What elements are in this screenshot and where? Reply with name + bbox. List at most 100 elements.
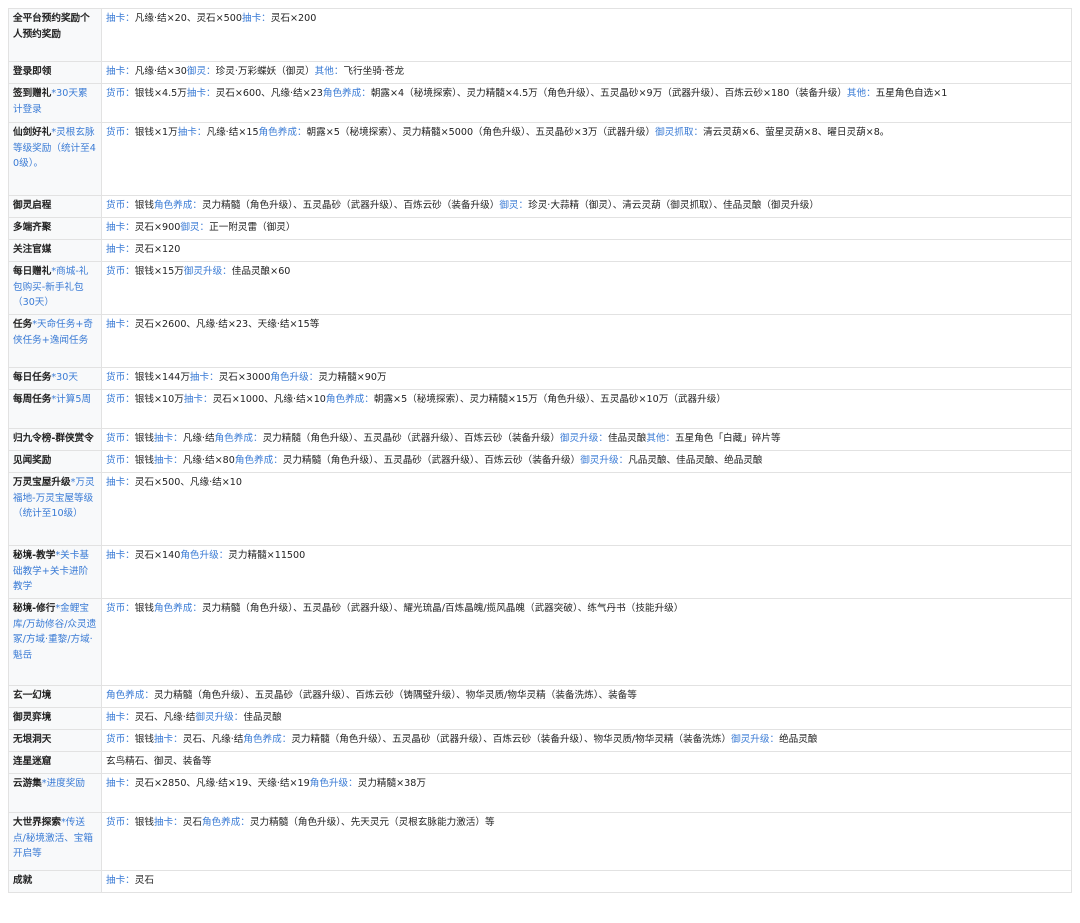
reward-items-text: 灵石×2850、凡缘·结×19、天缘·结×19 [134, 778, 310, 789]
reward-items-text: 灵力精髓×90万 [318, 372, 387, 383]
reward-category-label: 角色养成： [243, 734, 292, 745]
source-cell: 多端齐聚 [8, 217, 102, 240]
source-cell: 全平台预约奖励个人预约奖励 [8, 8, 102, 62]
reward-items-text: 珍灵·万彩蝶妖（御灵） [215, 66, 315, 77]
reward-category-label: 角色养成： [214, 433, 263, 444]
reward-items-text: 灵石×900 [134, 222, 181, 233]
reward-items-text: 银钱 [134, 734, 154, 745]
reward-items-text: 银钱 [134, 433, 154, 444]
reward-category-label: 御灵升级： [580, 455, 629, 466]
reward-cell: 抽卡：灵石×2600、凡缘·结×23、天缘·结×15等 [101, 314, 1072, 368]
reward-items-text: 灵力精髓（角色升级）、五灵晶砂（武器升级）、百炼云砂（装备升级）、物华灵质/物华… [291, 734, 732, 745]
reward-cell: 抽卡：凡缘·结×20、灵石×500抽卡：灵石×200 [101, 8, 1072, 62]
reward-category-label: 抽卡： [106, 477, 135, 488]
reward-category-label: 抽卡： [106, 244, 135, 255]
reward-items-text: 凡缘·结×15 [206, 127, 259, 138]
reward-category-label: 抽卡： [106, 550, 135, 561]
table-row: 御灵启程 货币：银钱角色养成：灵力精髓（角色升级）、五灵晶砂（武器升级）、百炼云砂… [8, 195, 1072, 218]
table-row: 大世界探索*传送点/秘境激活、宝箱开启等 货币：银钱抽卡：灵石角色养成：灵力精髓（… [8, 812, 1072, 871]
reward-category-label: 抽卡： [106, 222, 135, 233]
source-cell: 万灵宝屋升级*万灵福地-万灵宝屋等级（统计至10级） [8, 472, 102, 546]
reward-cell: 抽卡：灵石×500、凡缘·结×10 [101, 472, 1072, 546]
reward-cell: 货币：银钱抽卡：灵石角色养成：灵力精髓（角色升级）、先天灵元（灵根玄脉能力激活）… [101, 812, 1072, 871]
source-cell: 御灵启程 [8, 195, 102, 218]
source-name: 云游集 [13, 778, 42, 789]
table-row: 签到赠礼*30天累计登录 货币：银钱×4.5万抽卡：灵石×600、凡缘·结×23角… [8, 83, 1072, 123]
reward-items-text: 清云灵葫×6、萤星灵葫×8、曜日灵葫×8。 [703, 127, 890, 138]
reward-category-label: 货币： [106, 88, 135, 99]
reward-category-label: 御灵： [186, 66, 216, 77]
table-row: 每周任务*计算5周 货币：银钱×10万抽卡：灵石×1000、凡缘·结×10角色养成… [8, 389, 1072, 429]
reward-category-label: 货币： [106, 200, 135, 211]
source-name: 御灵弈境 [13, 712, 52, 723]
reward-items-text: 五星角色自选×1 [875, 88, 948, 99]
source-name: 多端齐聚 [13, 222, 52, 233]
source-cell: 任务*天命任务+奇侠任务+逸闻任务 [8, 314, 102, 368]
reward-category-label: 角色养成： [325, 394, 374, 405]
reward-category-label: 御灵抓取： [655, 127, 704, 138]
source-cell: 每周任务*计算5周 [8, 389, 102, 429]
source-cell: 登录即领 [8, 61, 102, 84]
reward-category-label: 御灵： [499, 200, 529, 211]
reward-items-text: 灵力精髓（角色升级）、五灵晶砂（武器升级）、百炼云砂（装备升级） [262, 433, 560, 444]
table-row: 任务*天命任务+奇侠任务+逸闻任务 抽卡：灵石×2600、凡缘·结×23、天缘·结… [8, 314, 1072, 368]
reward-items-text: 朝露×5（秘境探索）、灵力精髓×5000（角色升级）、五灵晶砂×3万（武器升级） [306, 127, 656, 138]
reward-category-label: 货币： [106, 433, 135, 444]
reward-cell: 抽卡：灵石 [101, 870, 1072, 893]
table-row: 登录即领 抽卡：凡缘·结×30御灵：珍灵·万彩蝶妖（御灵）其他：飞行坐骑·苍龙 [8, 61, 1072, 84]
reward-cell: 抽卡：灵石×120 [101, 239, 1072, 262]
reward-category-label: 抽卡： [106, 778, 135, 789]
source-name: 见闻奖励 [13, 455, 52, 466]
reward-items-text: 灵石×600、凡缘·结×23 [215, 88, 323, 99]
reward-items-text: 佳品灵酿 [243, 712, 282, 723]
reward-category-label: 抽卡： [189, 372, 219, 383]
reward-category-label: 抽卡： [106, 66, 135, 77]
reward-category-label: 其他： [314, 66, 344, 77]
source-name: 御灵启程 [13, 200, 52, 211]
reward-category-label: 抽卡： [186, 88, 216, 99]
source-name: 成就 [13, 875, 33, 886]
reward-category-label: 御灵： [180, 222, 210, 233]
reward-cell: 货币：银钱×10万抽卡：灵石×1000、凡缘·结×10角色养成：朝露×5（秘境探… [101, 389, 1072, 429]
reward-category-label: 抽卡： [153, 817, 183, 828]
table-row: 秘境-教学*关卡基础教学+关卡进阶教学 抽卡：灵石×140角色升级：灵力精髓×11… [8, 545, 1072, 599]
source-cell: 秘境-教学*关卡基础教学+关卡进阶教学 [8, 545, 102, 599]
reward-items-text: 灵石 [134, 875, 154, 886]
source-cell: 每日任务*30天 [8, 367, 102, 390]
reward-category-label: 角色升级： [180, 550, 229, 561]
source-name: 玄一幻境 [13, 690, 52, 701]
reward-items-text: 灵力精髓（角色升级）、五灵晶砂（武器升级）、耀光琉晶/百炼晶魄/揽风晶魄（武器突… [201, 603, 684, 614]
reward-category-label: 角色养成： [258, 127, 307, 138]
reward-category-label: 角色养成： [106, 690, 154, 701]
table-row: 连星迷窟 玄鸟精石、御灵、装备等 [8, 751, 1072, 774]
source-cell: 仙剑好礼*灵根玄脉等级奖励（统计至40级）。 [8, 122, 102, 196]
reward-category-label: 角色升级： [309, 778, 358, 789]
reward-items-text: 玄鸟精石、御灵、装备等 [106, 756, 212, 767]
source-cell: 签到赠礼*30天累计登录 [8, 83, 102, 123]
reward-category-label: 角色养成： [201, 817, 250, 828]
source-name: 仙剑好礼 [13, 127, 52, 138]
reward-cell: 抽卡：灵石×2850、凡缘·结×19、天缘·结×19角色升级：灵力精髓×38万 [101, 773, 1072, 813]
reward-cell: 抽卡：凡缘·结×30御灵：珍灵·万彩蝶妖（御灵）其他：飞行坐骑·苍龙 [101, 61, 1072, 84]
source-name: 秘境-教学 [13, 550, 56, 561]
table-row: 玄一幻境 角色养成：灵力精髓（角色升级）、五灵晶砂（武器升级）、百炼云砂（铸隅璧升… [8, 685, 1072, 708]
reward-items-text: 银钱×144万 [134, 372, 190, 383]
source-cell: 玄一幻境 [8, 685, 102, 708]
reward-items-text: 灵石×140 [134, 550, 181, 561]
reward-items-text: 珍灵·大蒜精（御灵）、清云灵葫（御灵抓取）、佳品灵酿（御灵升级） [528, 200, 819, 211]
rewards-table-container: 全平台预约奖励个人预约奖励 抽卡：凡缘·结×20、灵石×500抽卡：灵石×200 登… [8, 8, 1072, 893]
source-name: 万灵宝屋升级 [13, 477, 71, 488]
reward-items-text: 灵力精髓（角色升级）、五灵晶砂（武器升级）、百炼云砂（铸隅璧升级）、物华灵质/物… [153, 690, 637, 701]
table-row: 每日赠礼*商城-礼包购买-新手礼包（30天） 货币：银钱×15万御灵升级：佳品灵酿… [8, 261, 1072, 315]
reward-items-text: 凡缘·结 [182, 433, 215, 444]
reward-items-text: 银钱×1万 [134, 127, 178, 138]
table-row: 关注官媒 抽卡：灵石×120 [8, 239, 1072, 262]
reward-cell: 玄鸟精石、御灵、装备等 [101, 751, 1072, 774]
reward-items-text: 佳品灵酿 [607, 433, 647, 444]
reward-category-label: 货币： [106, 734, 135, 745]
source-cell: 见闻奖励 [8, 450, 102, 473]
source-name: 每周任务 [13, 394, 52, 405]
reward-items-text: 朝露×5（秘境探索）、灵力精髓×15万（角色升级）、五灵晶砂×10万（武器升级） [373, 394, 726, 405]
reward-items-text: 五星角色「白藏」碎片等 [675, 433, 781, 444]
reward-items-text: 绝品灵酿 [779, 734, 818, 745]
